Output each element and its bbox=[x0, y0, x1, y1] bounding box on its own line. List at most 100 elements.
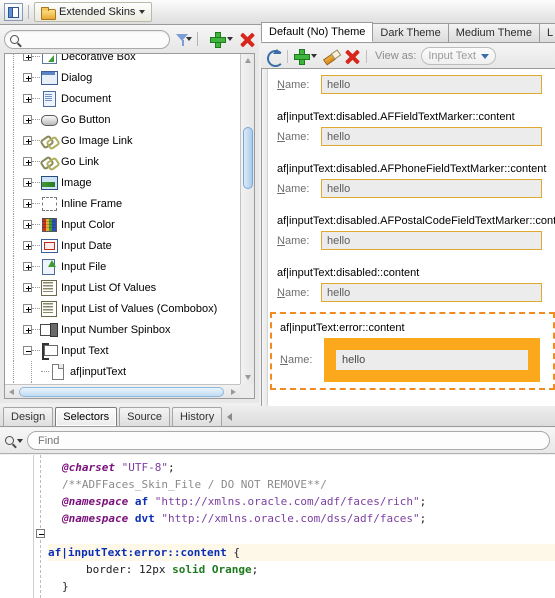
tree-item-document[interactable]: Document bbox=[5, 88, 240, 109]
theme-tab-label: Default (No) Theme bbox=[269, 26, 366, 38]
plus-chevron-down-icon[interactable] bbox=[227, 37, 233, 41]
tree-item-inline-frame[interactable]: Inline Frame bbox=[5, 193, 240, 214]
tree-expand-icon[interactable] bbox=[23, 115, 32, 124]
editor-tab-selectors[interactable]: Selectors bbox=[55, 407, 118, 426]
plus-icon[interactable] bbox=[210, 32, 226, 48]
tree-expand-icon[interactable] bbox=[23, 94, 32, 103]
tree-expand-icon[interactable] bbox=[23, 54, 32, 61]
search-input[interactable] bbox=[23, 31, 169, 47]
tree-vertical-scrollbar[interactable] bbox=[240, 54, 254, 384]
code-token: @charset bbox=[62, 461, 115, 474]
name-input[interactable] bbox=[321, 179, 542, 198]
tree-expand-icon[interactable] bbox=[23, 157, 32, 166]
scroll-left-arrow-icon[interactable] bbox=[9, 388, 14, 395]
tree-item-decorative-box[interactable]: Decorative Box bbox=[5, 54, 240, 67]
editor-tab-history[interactable]: History bbox=[171, 407, 223, 426]
find-field-wrapper[interactable] bbox=[27, 431, 550, 450]
tree-item-label: Go Link bbox=[61, 155, 99, 168]
editor-tab-design[interactable]: Design bbox=[3, 407, 54, 426]
tree-item-image[interactable]: Image bbox=[5, 172, 240, 193]
divider bbox=[28, 5, 29, 19]
skin-breadcrumb-button[interactable]: Extended Skins bbox=[34, 2, 153, 22]
tree-vscroll-thumb[interactable] bbox=[243, 127, 253, 189]
tree-indent-guides bbox=[5, 130, 23, 151]
scroll-right-arrow-icon[interactable] bbox=[231, 388, 236, 395]
editor-tabs-overflow-icon[interactable] bbox=[227, 413, 233, 421]
name-label: Name: bbox=[277, 182, 310, 195]
tree-item-input-color[interactable]: Input Color bbox=[5, 214, 240, 235]
tree-item-dialog[interactable]: Dialog bbox=[5, 67, 240, 88]
search-field-wrapper[interactable] bbox=[4, 29, 170, 49]
tree-indent-guides bbox=[5, 277, 23, 298]
tree-item-input-text[interactable]: Input Text bbox=[5, 340, 240, 361]
chevron-down-icon[interactable] bbox=[139, 10, 146, 14]
selector-name: af|inputText:disabled.AFPhoneFieldTextMa… bbox=[277, 163, 547, 175]
css-source-editor[interactable]: @charset "UTF-8"; /**ADFFaces_Skin_File /… bbox=[0, 455, 555, 598]
link-icon bbox=[40, 154, 57, 169]
tree-item-go-button[interactable]: Go Button bbox=[5, 109, 240, 130]
tree-item-af-inputtext[interactable]: af|inputText bbox=[5, 361, 240, 382]
view-as-dropdown[interactable]: Input Text bbox=[421, 47, 496, 65]
tree-item-label: Input Number Spinbox bbox=[61, 323, 171, 336]
tree-expand-icon[interactable] bbox=[23, 136, 32, 145]
tree-expand-icon[interactable] bbox=[23, 199, 32, 208]
tree-indent-guides bbox=[5, 88, 23, 109]
tree-item-go-image-link[interactable]: Go Image Link bbox=[5, 130, 240, 151]
tree-item-label: Input List of Values (Combobox) bbox=[61, 302, 218, 315]
plus-icon[interactable] bbox=[294, 49, 310, 65]
tree-expand-icon[interactable] bbox=[23, 283, 32, 292]
red-x-icon[interactable] bbox=[345, 49, 360, 64]
find-input[interactable] bbox=[36, 433, 549, 448]
code-line: @charset "UTF-8"; bbox=[48, 459, 555, 476]
name-input[interactable] bbox=[321, 75, 542, 94]
tree-hscroll-thumb[interactable] bbox=[19, 387, 224, 397]
editor-tab-source[interactable]: Source bbox=[119, 407, 170, 426]
name-input[interactable] bbox=[321, 127, 542, 146]
tree-item-input-list-of-values-combobox[interactable]: Input List of Values (Combobox) bbox=[5, 298, 240, 319]
tree-expand-icon[interactable] bbox=[23, 73, 32, 82]
theme-tab-l[interactable]: L bbox=[538, 23, 555, 42]
search-icon bbox=[5, 436, 14, 445]
tree-expand-icon[interactable] bbox=[23, 178, 32, 187]
name-label: Name: bbox=[277, 286, 310, 299]
theme-tab-dark-theme[interactable]: Dark Theme bbox=[372, 23, 449, 42]
scroll-up-arrow-icon[interactable] bbox=[244, 58, 251, 63]
name-input[interactable] bbox=[336, 350, 528, 370]
tree-indent-guides bbox=[5, 54, 23, 67]
tree-expand-icon[interactable] bbox=[23, 241, 32, 250]
code-token: border bbox=[86, 563, 126, 576]
editor-tab-label: Design bbox=[11, 411, 46, 423]
name-input[interactable] bbox=[321, 231, 542, 250]
scroll-down-arrow-icon[interactable] bbox=[244, 375, 251, 380]
tree-expand-icon[interactable] bbox=[23, 325, 32, 334]
theme-tab-default-no-theme[interactable]: Default (No) Theme bbox=[261, 22, 374, 42]
tree-item-input-list-of-values[interactable]: Input List Of Values bbox=[5, 277, 240, 298]
input-file-icon bbox=[40, 259, 57, 275]
plus-chevron-down-icon[interactable] bbox=[311, 54, 317, 58]
tree-leaf-dash bbox=[32, 245, 40, 246]
name-input[interactable] bbox=[321, 283, 542, 302]
tree-expand-icon[interactable] bbox=[23, 262, 32, 271]
theme-tab-medium-theme[interactable]: Medium Theme bbox=[447, 23, 540, 42]
tree-item-go-link[interactable]: Go Link bbox=[5, 151, 240, 172]
red-x-icon[interactable] bbox=[240, 32, 255, 47]
refresh-icon[interactable] bbox=[266, 48, 284, 67]
fold-toggle-icon[interactable] bbox=[36, 529, 45, 538]
tree-item-input-number-spinbox[interactable]: Input Number Spinbox bbox=[5, 319, 240, 340]
tree-item-input-date[interactable]: Input Date bbox=[5, 235, 240, 256]
tree-item-input-file[interactable]: Input File bbox=[5, 256, 240, 277]
tree-expand-icon[interactable] bbox=[23, 220, 32, 229]
split-panel-icon[interactable] bbox=[4, 3, 23, 21]
code-token: Orange bbox=[211, 563, 252, 576]
tree-expand-icon[interactable] bbox=[23, 304, 32, 313]
code-line: /**ADFFaces_Skin_File / DO NOT REMOVE**/ bbox=[48, 476, 555, 493]
chevron-down-icon[interactable] bbox=[17, 438, 23, 443]
name-label: Name: bbox=[277, 130, 310, 143]
tree-collapse-icon[interactable] bbox=[23, 346, 32, 355]
tree-toolbar bbox=[0, 25, 259, 53]
tree-horizontal-scrollbar[interactable] bbox=[5, 384, 240, 398]
tree-item-label: af|inputText bbox=[70, 365, 127, 378]
funnel-icon[interactable] bbox=[176, 33, 189, 46]
eraser-icon[interactable] bbox=[323, 49, 339, 64]
find-search-button[interactable] bbox=[5, 436, 23, 445]
